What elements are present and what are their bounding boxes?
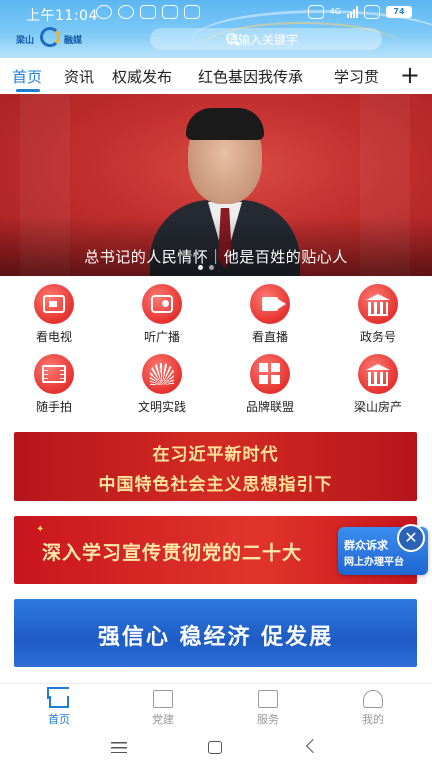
logo-text-right: 融媒 xyxy=(64,36,83,46)
system-nav-bar xyxy=(0,728,432,768)
shortcut-watch-tv[interactable]: 看电视 xyxy=(14,284,94,344)
hero-caption: 总书记的人民情怀｜他是百姓的贴心人 xyxy=(84,248,348,266)
float-line: 网上办理平台 xyxy=(344,557,404,568)
government-building-icon xyxy=(366,294,390,316)
logo-emblem xyxy=(40,27,60,47)
building-icon xyxy=(366,364,390,386)
wechat-icon xyxy=(162,5,178,19)
nav-label: 我的 xyxy=(362,713,384,726)
menu-icon[interactable] xyxy=(111,742,127,753)
search-bar[interactable]: 请输入关键字 xyxy=(150,28,382,50)
film-strip-icon xyxy=(42,365,66,383)
nav-label: 服务 xyxy=(257,713,279,726)
party-building-icon xyxy=(153,690,173,708)
active-tab-indicator xyxy=(16,89,40,92)
home-icon xyxy=(49,696,69,708)
carousel-dots xyxy=(198,265,214,270)
nav-label: 党建 xyxy=(152,713,174,726)
shortcut-label: 看直播 xyxy=(251,330,288,344)
banner-new-era[interactable]: 在习近平新时代 中国特色社会主义思想指引下 xyxy=(14,432,417,501)
shortcut-live[interactable]: 看直播 xyxy=(230,284,310,344)
shortcut-label: 梁山房产 xyxy=(353,400,402,414)
shortcut-label: 品牌联盟 xyxy=(245,400,294,414)
video-camera-icon xyxy=(262,297,286,311)
user-icon xyxy=(363,690,383,708)
tab-official-release[interactable]: 权威发布 xyxy=(112,66,172,87)
search-icon xyxy=(226,33,237,44)
home-square-icon[interactable] xyxy=(208,741,222,754)
shortcut-civilization[interactable]: 文明实践 xyxy=(122,354,202,414)
header: 上午11:04 4G 74 梁山 融媒 请输入关键字 xyxy=(0,0,432,58)
qq-icon xyxy=(140,5,156,19)
shortcut-grid: 看电视 听广播 看直播 政务号 随手拍 文明实践 品牌联盟 梁山房产 xyxy=(0,284,432,418)
status-time: 上午11:04 xyxy=(26,8,98,24)
tab-home[interactable]: 首页 xyxy=(12,66,42,87)
star-badge-icon xyxy=(258,690,278,708)
bottom-nav: 首页 党建 服务 我的 xyxy=(0,683,432,728)
shortcut-brand-alliance[interactable]: 品牌联盟 xyxy=(230,354,310,414)
tab-red-gene[interactable]: 红色基因我传承 xyxy=(198,66,303,87)
hero-carousel[interactable]: 总书记的人民情怀｜他是百姓的贴心人 xyxy=(0,94,432,276)
banner-economy[interactable]: 强信心 稳经济 促发展 xyxy=(14,599,417,667)
nav-label: 首页 xyxy=(48,713,70,726)
banner-text: 深入学习宣传贯彻党的二十大 xyxy=(42,542,303,564)
add-channel-icon[interactable]: + xyxy=(400,62,420,88)
network-type: 4G xyxy=(329,7,341,16)
signal-icon xyxy=(347,6,358,18)
banner-line: 在习近平新时代 xyxy=(152,445,279,465)
no-disturb-icon xyxy=(96,5,112,19)
shortcut-real-estate[interactable]: 梁山房产 xyxy=(338,354,418,414)
battery-icon: 74 xyxy=(386,6,412,18)
banner-line: 中国特色社会主义思想指引下 xyxy=(98,475,333,495)
radio-icon xyxy=(151,295,173,313)
tv-icon xyxy=(43,295,65,313)
tab-news[interactable]: 资讯 xyxy=(64,66,94,87)
nav-service[interactable]: 服务 xyxy=(233,688,303,728)
wifi-icon xyxy=(364,5,380,19)
shortcut-label: 听广播 xyxy=(143,330,180,344)
carousel-dot xyxy=(209,265,214,270)
shortcut-label: 随手拍 xyxy=(35,400,72,414)
fan-emblem-icon xyxy=(150,363,174,385)
sim-icon xyxy=(307,5,324,19)
app-logo: 梁山 融媒 xyxy=(14,27,86,55)
notification-icons xyxy=(96,5,200,19)
grid-blocks-icon xyxy=(259,363,281,385)
close-icon[interactable]: ✕ xyxy=(397,524,425,552)
app-screen: 上午11:04 4G 74 梁山 融媒 请输入关键字 首页 资讯 权威发布 红色… xyxy=(0,0,432,768)
tabs-fade xyxy=(372,58,402,94)
category-tabs: 首页 资讯 权威发布 红色基因我传承 学习贯 + xyxy=(0,58,432,94)
shortcut-radio[interactable]: 听广播 xyxy=(122,284,202,344)
float-line: 群众诉求 xyxy=(344,539,388,552)
status-bar: 上午11:04 4G 74 xyxy=(0,0,432,26)
shortcut-label: 文明实践 xyxy=(137,400,186,414)
back-icon[interactable] xyxy=(305,738,321,754)
shortcut-label: 政务号 xyxy=(359,330,396,344)
party-emblem-icon: ✦ xyxy=(36,524,45,535)
shortcut-snapshot[interactable]: 随手拍 xyxy=(14,354,94,414)
nav-party-building[interactable]: 党建 xyxy=(128,688,198,728)
logo-text-left: 梁山 xyxy=(16,36,35,46)
app-notification-icon xyxy=(184,5,200,19)
nav-home[interactable]: 首页 xyxy=(24,688,94,728)
nav-mine[interactable]: 我的 xyxy=(338,688,408,728)
shortcut-government[interactable]: 政务号 xyxy=(338,284,418,344)
status-right: 4G 74 xyxy=(307,5,412,19)
shortcut-label: 看电视 xyxy=(35,330,72,344)
banner-text: 强信心 稳经济 促发展 xyxy=(97,625,334,650)
alarm-icon xyxy=(118,5,134,19)
carousel-dot xyxy=(198,265,203,270)
